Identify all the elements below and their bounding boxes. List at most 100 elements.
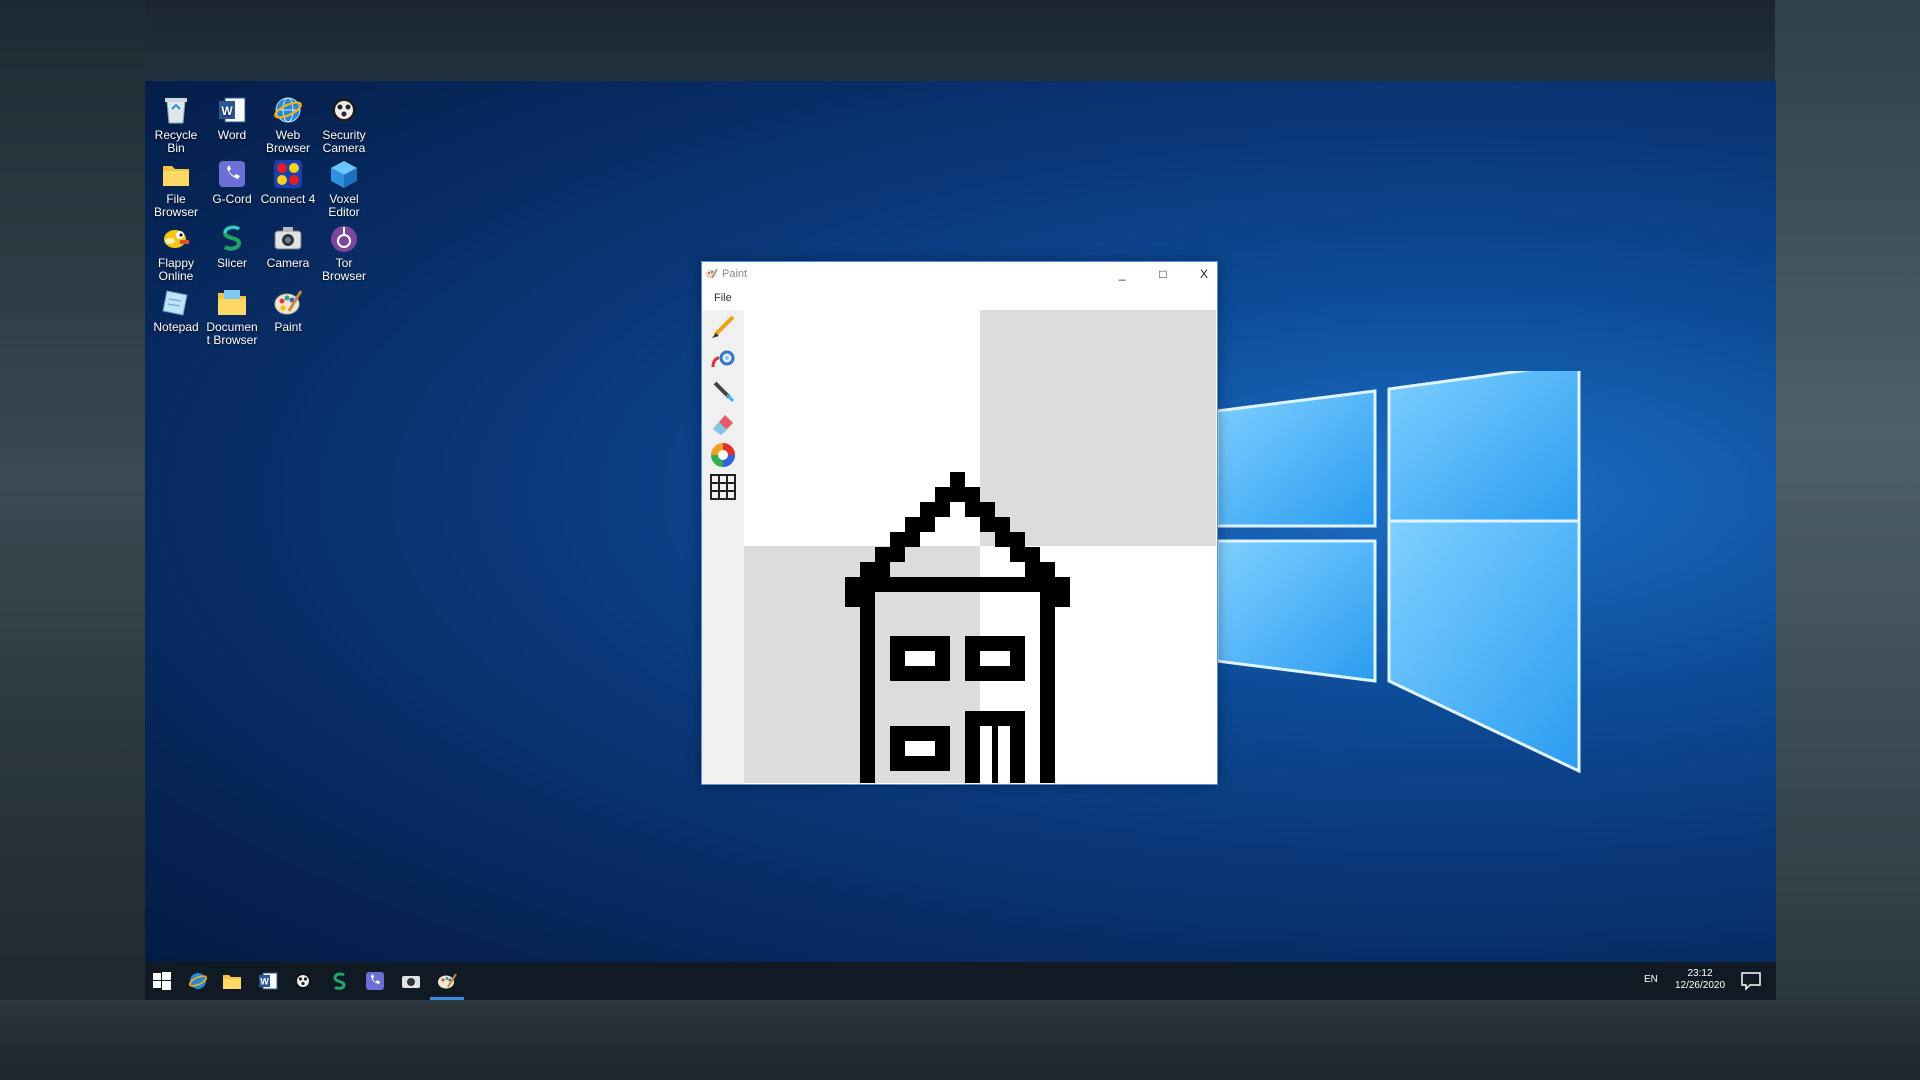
security-camera-icon: [328, 94, 360, 126]
color-wheel-icon: [711, 443, 735, 467]
desktop-icon-label: Paint: [274, 320, 302, 334]
background-bottom: [0, 1000, 1920, 1080]
fill-tool[interactable]: [707, 344, 739, 374]
desktop-icon-document-browser[interactable]: Documen t Browser: [204, 286, 260, 347]
notification-icon: [1741, 972, 1761, 991]
drawing-canvas[interactable]: [744, 310, 1216, 783]
document-folder-icon: [216, 286, 248, 318]
g-cord-icon: [216, 158, 248, 190]
desktop-icon-slicer[interactable]: Slicer: [204, 222, 260, 270]
background-right: [1775, 0, 1920, 1080]
grid-tool[interactable]: [707, 472, 739, 502]
notepad-icon: [160, 286, 192, 318]
taskbar-security-camera[interactable]: [286, 962, 320, 1000]
desktop-icon-word[interactable]: W Word: [204, 94, 260, 142]
svg-text:W: W: [260, 977, 269, 987]
brush-tool[interactable]: [707, 312, 739, 342]
desktop-icon-camera[interactable]: Camera: [260, 222, 316, 270]
security-camera-icon: [295, 973, 311, 989]
windows-logo-wallpaper: [1215, 361, 1697, 821]
word-icon: W: [216, 94, 248, 126]
window-title: Paint: [722, 268, 748, 280]
connect4-icon: [272, 158, 304, 190]
language-indicator[interactable]: EN: [1644, 974, 1658, 985]
file-browser-icon: [223, 975, 241, 989]
eraser-icon: [713, 415, 733, 435]
g-cord-icon: [366, 972, 384, 990]
desktop-icon-web-browser[interactable]: Web Browser: [260, 94, 316, 155]
word-icon: W: [259, 972, 278, 990]
taskbar-paint[interactable]: [430, 962, 464, 1000]
taskbar-slicer[interactable]: [322, 962, 356, 1000]
color-picker-tool[interactable]: [707, 440, 739, 470]
folder-icon: [160, 158, 192, 190]
recycle-bin-icon: [160, 94, 192, 126]
desktop-icon-flappy-online[interactable]: Flappy Online: [148, 222, 204, 283]
desktop-icon-paint[interactable]: Paint: [260, 286, 316, 334]
slicer-icon: [333, 972, 346, 990]
taskbar-g-cord[interactable]: [358, 962, 392, 1000]
taskbar-camera[interactable]: [394, 962, 428, 1000]
maximize-button[interactable]: □: [1148, 264, 1178, 284]
slicer-icon: [216, 222, 248, 254]
brush-icon: [712, 315, 735, 338]
desktop-icon-label: Voxel Editor: [328, 192, 360, 219]
desktop-icon-label: File Browser: [153, 192, 198, 219]
desktop-icon-label: Recycle Bin: [154, 128, 198, 155]
taskbar: W EN 23:12 12/26/2020: [145, 962, 1776, 1000]
desktop-icon-label: Notepad: [153, 320, 199, 334]
desktop-icon-voxel-editor[interactable]: Voxel Editor: [316, 158, 372, 219]
camera-icon: [272, 222, 304, 254]
camera-icon: [402, 976, 420, 988]
taskbar-word[interactable]: W: [251, 962, 285, 1000]
eraser-tool[interactable]: [707, 408, 739, 438]
desktop-icon-label: Camera: [266, 256, 310, 270]
desktop-icon-label: Flappy Online: [157, 256, 195, 283]
paint-app-icon: [705, 267, 718, 280]
menu-bar: File: [702, 286, 1217, 310]
desktop-icon-label: G-Cord: [212, 192, 252, 206]
desktop-icon-label: Security Camera: [322, 128, 366, 155]
background-top: [0, 0, 1920, 81]
taskbar-web-browser[interactable]: [181, 962, 215, 1000]
paint-window[interactable]: Paint _ □ X File: [701, 261, 1218, 785]
taskbar-file-browser[interactable]: [215, 962, 249, 1000]
desktop-icon-recycle-bin[interactable]: Recycle Bin: [148, 94, 204, 155]
desktop-icon-tor-browser[interactable]: Tor Browser: [316, 222, 372, 283]
globe-icon: [272, 94, 304, 126]
desktop-icon-notepad[interactable]: Notepad: [148, 286, 204, 334]
close-button[interactable]: X: [1189, 264, 1219, 284]
eyedropper-tool[interactable]: [707, 376, 739, 406]
cube-icon: [328, 158, 360, 190]
desktop-icon-label: Tor Browser: [321, 256, 366, 283]
tor-icon: [328, 222, 360, 254]
paint-titlebar[interactable]: Paint _ □ X: [702, 262, 1217, 286]
desktop-icon-file-browser[interactable]: File Browser: [148, 158, 204, 219]
notification-center-button[interactable]: [1740, 971, 1762, 991]
clock-time: 23:12: [1687, 968, 1713, 979]
menu-file[interactable]: File: [714, 292, 732, 304]
start-icon: [153, 972, 171, 990]
paint-icon: [438, 973, 457, 989]
desktop-icon-label: Word: [217, 128, 247, 142]
desktop-icon-label: Web Browser: [265, 128, 310, 155]
web-browser-icon: [188, 973, 208, 989]
paint-palette-icon: [272, 286, 304, 318]
desktop-icon-g-cord[interactable]: G-Cord: [204, 158, 260, 206]
clock-date: 12/26/2020: [1674, 980, 1726, 991]
start-button[interactable]: [145, 962, 179, 1000]
clock[interactable]: 23:12 12/26/2020: [1665, 968, 1735, 992]
fill-bucket-icon: [711, 350, 735, 368]
desktop-icon-label: Connect 4: [260, 192, 316, 206]
desktop-icon-label: Slicer: [216, 256, 247, 270]
minimize-button[interactable]: _: [1107, 264, 1137, 284]
desktop-icon-label: Documen t Browser: [206, 320, 258, 347]
toolbox: [702, 310, 744, 784]
eyedropper-icon: [713, 381, 735, 403]
desktop-icon-security-camera[interactable]: Security Camera: [316, 94, 372, 155]
flappy-bird-icon: [160, 222, 192, 254]
background-left: [0, 0, 145, 1080]
svg-text:W: W: [221, 104, 233, 118]
desktop-icon-connect4[interactable]: Connect 4: [260, 158, 316, 206]
desktop-screen: Recycle Bin W Word Web Browser Security …: [145, 81, 1776, 1000]
